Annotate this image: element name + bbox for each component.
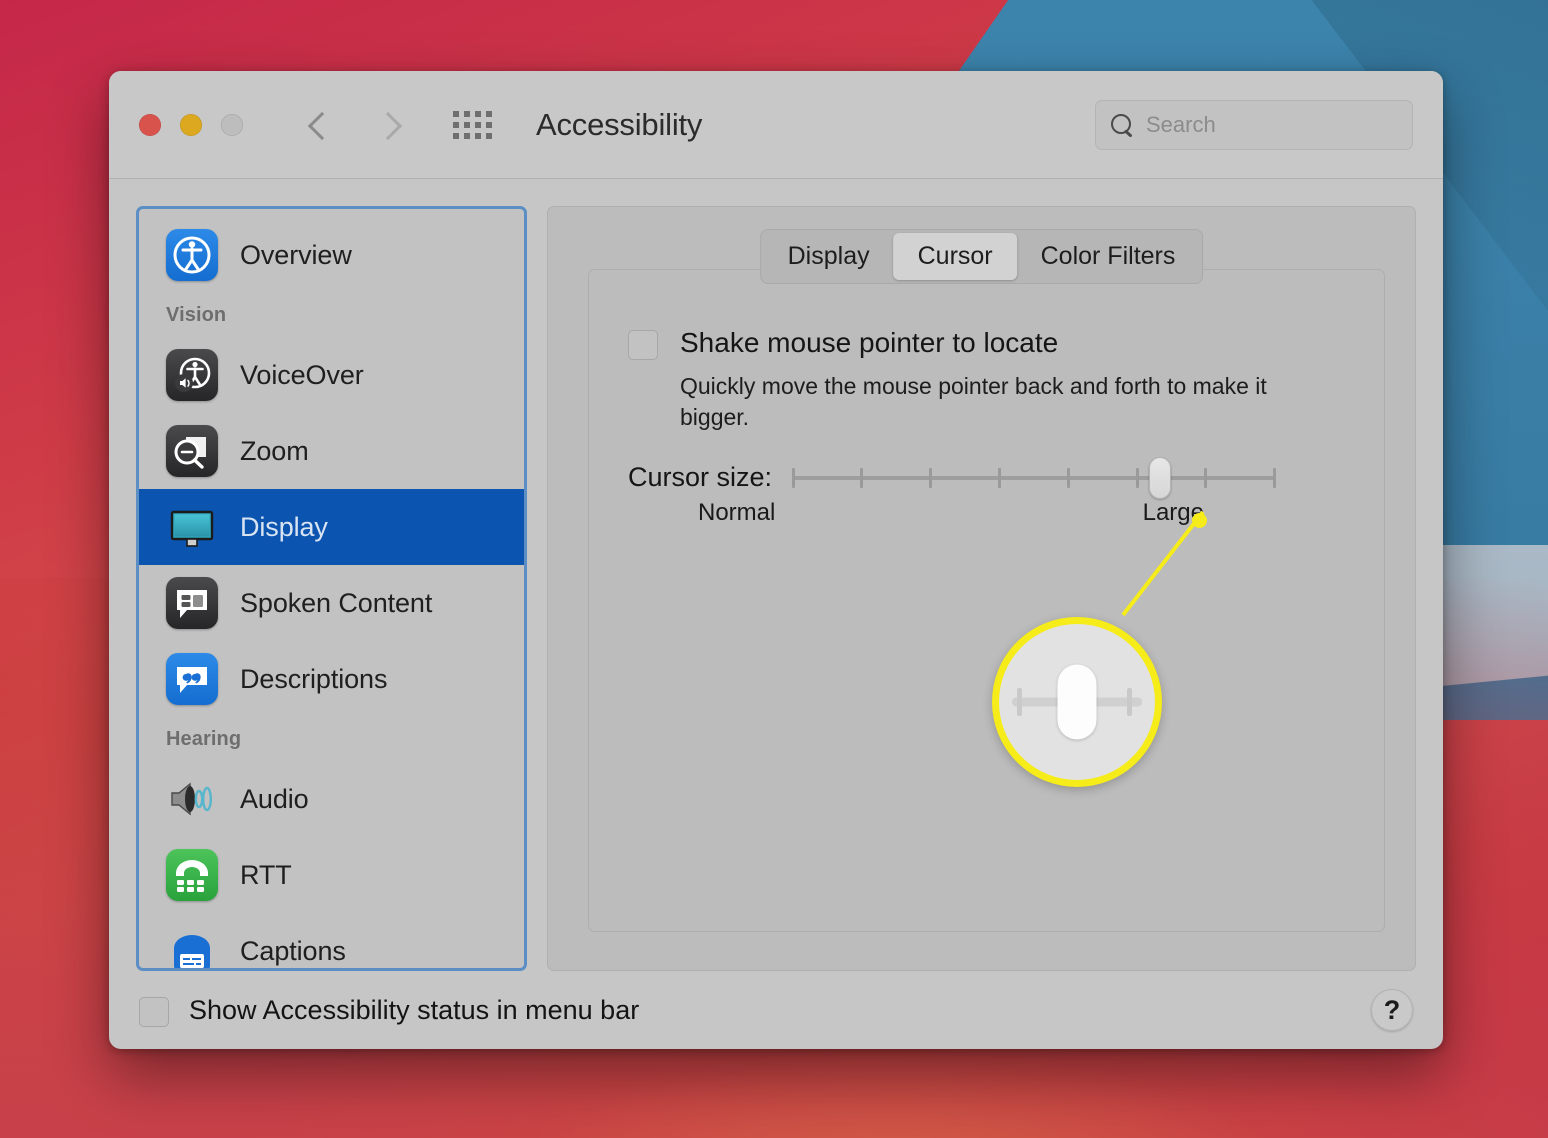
slider-tick	[998, 468, 1002, 488]
accessibility-feature-list[interactable]: Overview Vision VoiceOver Zoom Display S…	[136, 206, 527, 971]
sidebar-item-label: Spoken Content	[240, 587, 433, 618]
search-icon	[1110, 113, 1134, 137]
sidebar-item-audio[interactable]: Audio	[139, 761, 524, 837]
tab-display[interactable]: Display	[764, 233, 894, 280]
show-all-grid-icon[interactable]	[453, 110, 492, 139]
tab-color-filters[interactable]: Color Filters	[1017, 233, 1200, 280]
rtt-telephone-icon	[166, 849, 218, 901]
sidebar-items: Overview Vision VoiceOver Zoom Display S…	[139, 209, 524, 968]
slider-thumb[interactable]	[1149, 457, 1172, 499]
tab-cursor[interactable]: Cursor	[893, 233, 1017, 280]
shake-pointer-row[interactable]: Shake mouse pointer to locate	[628, 327, 1058, 360]
system-preferences-window: Accessibility Search Overview Vision Voi…	[109, 71, 1443, 1049]
sidebar-section-hearing: Hearing	[166, 727, 242, 750]
sidebar-item-label: Descriptions	[240, 663, 388, 694]
slider-min-label: Normal	[698, 499, 776, 526]
zoom-magnifier-icon	[166, 425, 218, 477]
magnified-slider-thumb	[1057, 664, 1097, 740]
shake-pointer-label: Shake mouse pointer to locate	[680, 327, 1059, 358]
help-button[interactable]: ?	[1371, 989, 1413, 1031]
pane-tabs: Display Cursor Color Filters	[759, 229, 1204, 284]
desktop-wallpaper: Accessibility Search Overview Vision Voi…	[0, 0, 1548, 1138]
window-body: Overview Vision VoiceOver Zoom Display S…	[109, 179, 1443, 971]
slider-end-labels: Normal Large	[698, 499, 1204, 527]
speech-bubble-icon	[166, 577, 218, 629]
search-field[interactable]	[1095, 99, 1413, 150]
display-monitor-icon	[166, 501, 218, 553]
forward-chevron-icon[interactable]	[375, 108, 395, 142]
menu-bar-status-checkbox[interactable]	[139, 996, 169, 1027]
shake-pointer-checkbox[interactable]	[628, 330, 658, 360]
sidebar-item-descriptions[interactable]: Descriptions	[139, 641, 524, 717]
sidebar-item-label: Audio	[240, 783, 309, 814]
window-footer: Show Accessibility status in menu bar ?	[109, 971, 1443, 1049]
slider-tick	[1136, 468, 1140, 488]
slider-tick	[1067, 468, 1071, 488]
window-titlebar: Accessibility	[109, 71, 1443, 179]
menu-bar-status-label: Show Accessibility status in menu bar	[189, 994, 640, 1025]
minimize-button[interactable]	[180, 113, 202, 136]
cursor-size-row: Cursor size:	[628, 455, 1277, 499]
sidebar-item-zoom[interactable]: Zoom	[139, 413, 524, 489]
sidebar-item-spoken-content[interactable]: Spoken Content	[139, 565, 524, 641]
navigation-buttons	[309, 108, 395, 142]
accessibility-person-icon	[166, 229, 218, 281]
sidebar-item-label: Captions	[240, 935, 346, 966]
callout-anchor-dot	[1192, 513, 1207, 528]
sidebar-item-voiceover[interactable]: VoiceOver	[139, 337, 524, 413]
sidebar-item-label: Display	[240, 511, 328, 542]
sidebar-item-overview[interactable]: Overview	[139, 217, 524, 293]
search-input[interactable]	[1146, 111, 1398, 138]
sidebar-item-label: RTT	[240, 859, 292, 890]
settings-group-box	[588, 269, 1385, 932]
back-chevron-icon[interactable]	[309, 108, 329, 142]
quote-bubble-icon	[166, 653, 218, 705]
slider-tick	[1204, 468, 1208, 488]
close-button[interactable]	[139, 113, 161, 136]
sidebar-item-rtt[interactable]: RTT	[139, 837, 524, 913]
sidebar-item-label: Overview	[240, 239, 352, 270]
slider-tick	[792, 468, 796, 488]
slider-tick	[1273, 468, 1277, 488]
cursor-size-slider[interactable]	[792, 455, 1277, 499]
magnified-slider-tick	[1017, 688, 1022, 716]
audio-speaker-icon	[166, 773, 218, 825]
voiceover-speaker-icon	[166, 349, 218, 401]
zoom-button[interactable]	[221, 113, 243, 136]
menu-bar-status-row[interactable]: Show Accessibility status in menu bar	[139, 994, 639, 1027]
cursor-slider-magnifier	[992, 617, 1162, 787]
shake-pointer-description: Quickly move the mouse pointer back and …	[680, 373, 1267, 430]
slider-tick	[860, 468, 864, 488]
magnified-slider-tick	[1127, 688, 1132, 716]
captions-icon	[166, 925, 218, 968]
sidebar-section-vision: Vision	[166, 303, 227, 326]
sidebar-item-captions[interactable]: Captions	[139, 913, 524, 968]
sidebar-item-label: VoiceOver	[240, 359, 364, 390]
window-controls	[139, 113, 243, 136]
sidebar-item-label: Zoom	[240, 435, 309, 466]
page-title: Accessibility	[536, 106, 703, 142]
sidebar-item-display[interactable]: Display	[139, 489, 524, 565]
cursor-size-label: Cursor size:	[628, 461, 773, 492]
cursor-settings-pane: Display Cursor Color Filters Shake mouse…	[547, 206, 1416, 971]
slider-tick	[929, 468, 933, 488]
